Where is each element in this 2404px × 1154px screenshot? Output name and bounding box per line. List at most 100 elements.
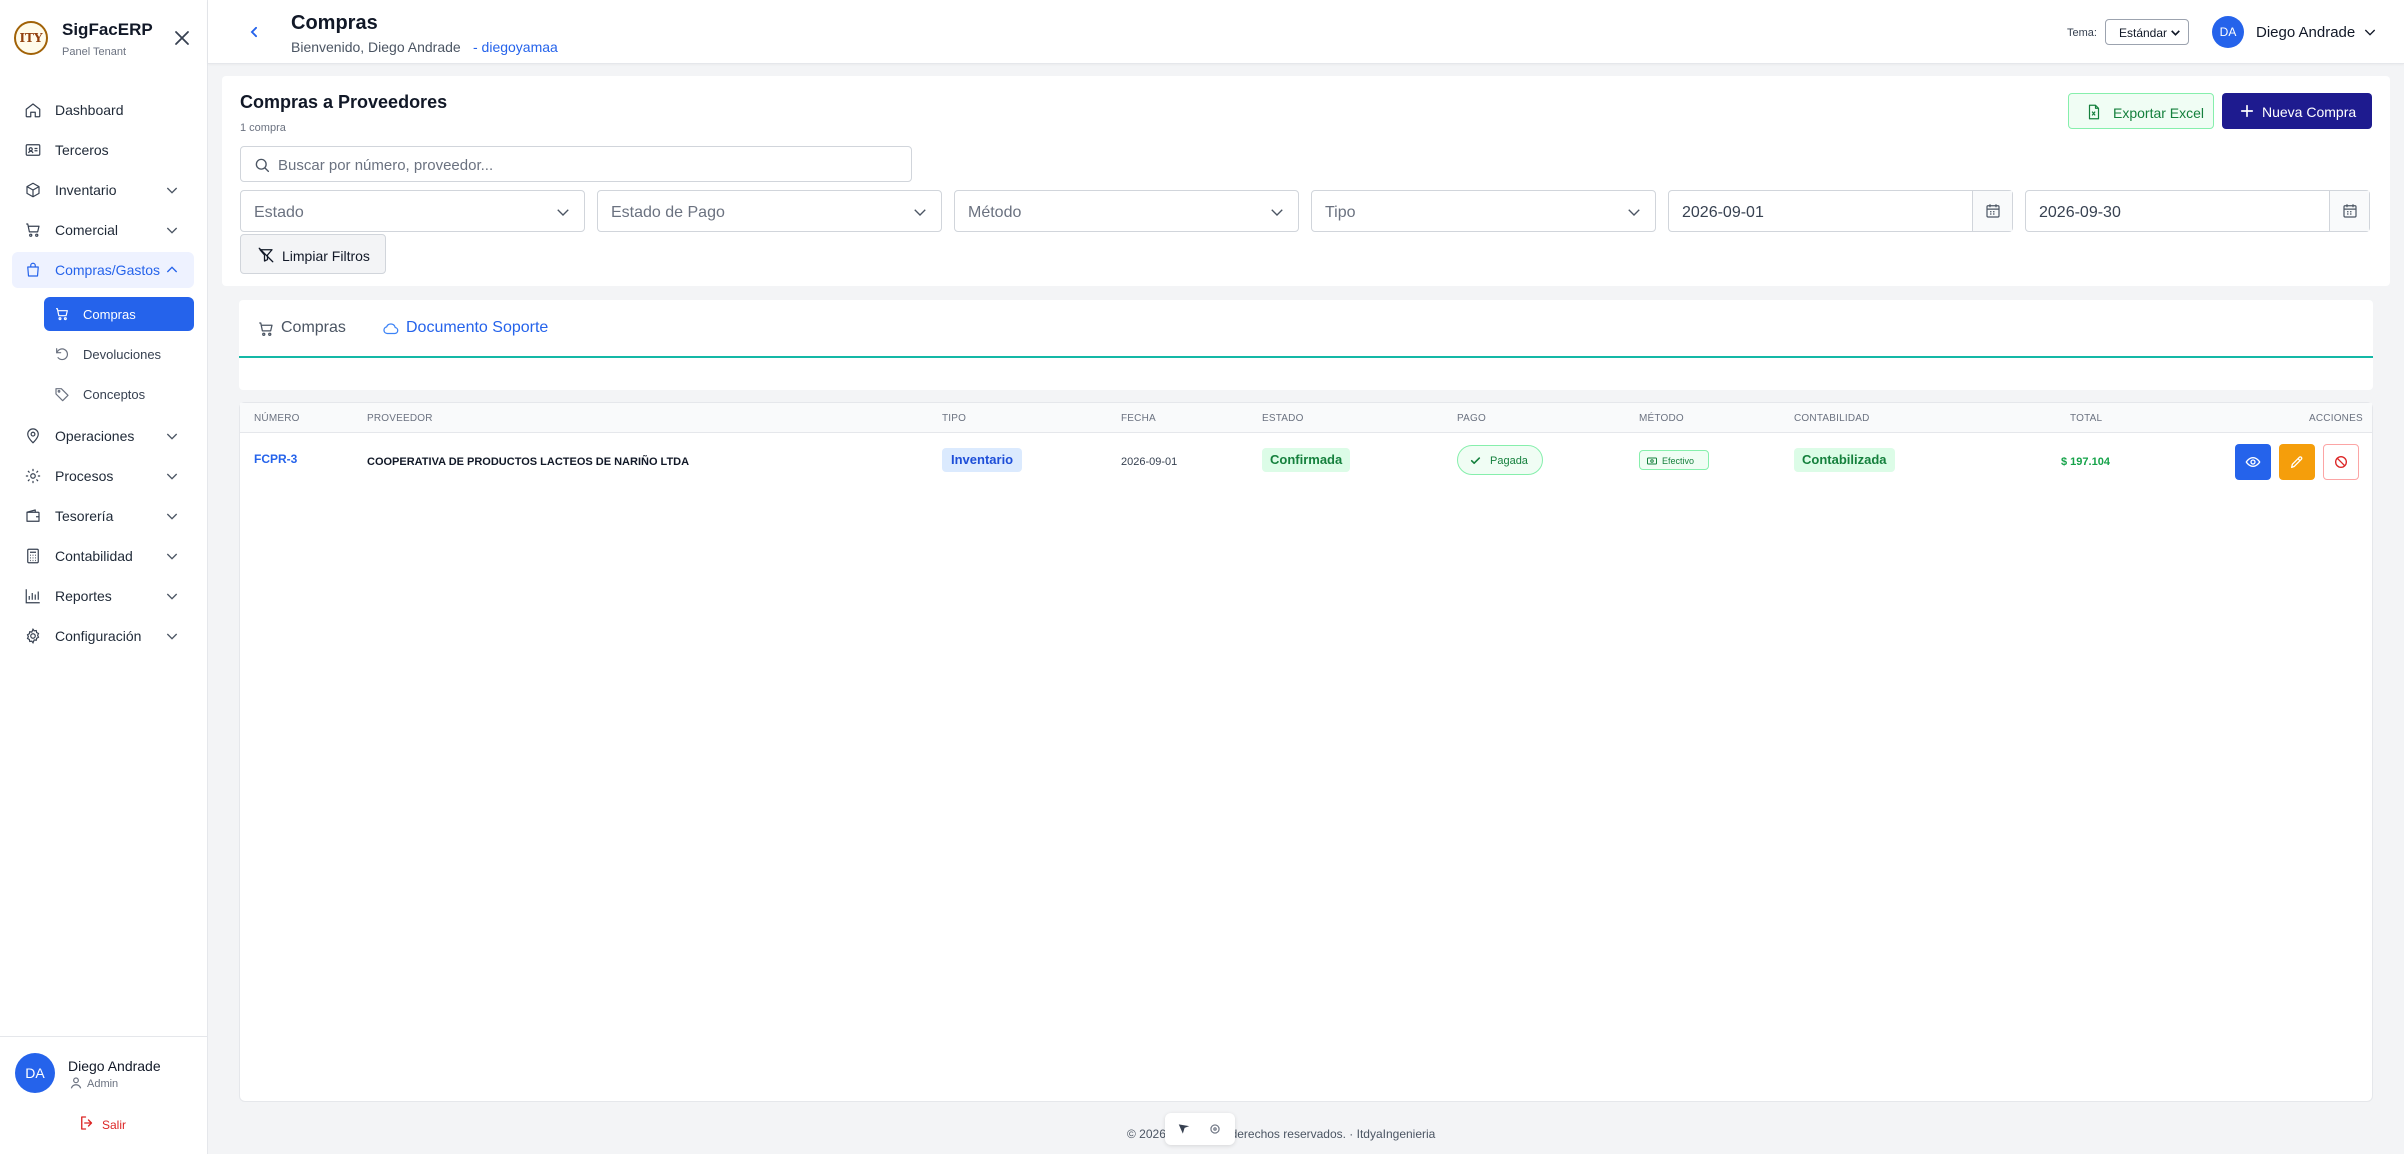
estado-pago-select[interactable]: Estado de Pago	[597, 190, 942, 232]
sidebar-subitem-compras[interactable]: Compras	[44, 297, 194, 331]
date-from-field[interactable]: 2026-09-01	[1668, 190, 2013, 232]
sidebar-item-inventario[interactable]: Inventario	[12, 172, 194, 208]
close-sidebar-button[interactable]	[170, 26, 194, 50]
theme-select[interactable]: Estándar	[2105, 19, 2189, 45]
sidebar: ITY SigFacERP Panel Tenant Dashboard Ter…	[0, 0, 208, 1154]
sidebar-item-dashboard[interactable]: Dashboard	[12, 92, 194, 128]
sidebar-item-comercial[interactable]: Comercial	[12, 212, 194, 248]
sidebar-item-contabilidad[interactable]: Contabilidad	[12, 538, 194, 574]
tab-label: Compras	[281, 319, 346, 336]
logout-label: Salir	[102, 1118, 127, 1132]
sidebar-subitem-conceptos[interactable]: Conceptos	[44, 377, 194, 411]
clear-filters-button[interactable]: Limpiar Filtros	[240, 234, 386, 274]
sidebar-item-configuracion[interactable]: Configuración	[12, 618, 194, 654]
sidebar-item-procesos[interactable]: Procesos	[12, 458, 194, 494]
page-title: Compras	[291, 12, 378, 34]
estado-select-value: Estado	[254, 204, 304, 221]
col-header-acciones: ACCIONES	[2309, 413, 2363, 424]
chevron-down-icon	[2169, 26, 2182, 39]
metodo-select[interactable]: Método	[954, 190, 1299, 232]
chevron-down-icon	[164, 222, 180, 238]
ban-icon	[2335, 456, 2347, 468]
sidebar-item-compras-gastos[interactable]: Compras/Gastos	[12, 252, 194, 288]
tabs-panel: Compras Documento Soporte	[239, 300, 2373, 390]
sidebar-item-label: Configuración	[55, 628, 142, 644]
status-badge: Confirmada	[1262, 448, 1351, 472]
back-button[interactable]	[244, 22, 264, 42]
user-menu[interactable]: DA Diego Andrade	[2212, 16, 2382, 48]
chevron-down-icon	[2362, 24, 2378, 40]
search-placeholder: Buscar por número, proveedor...	[278, 157, 494, 174]
sidebar-item-terceros[interactable]: Terceros	[12, 132, 194, 168]
col-header-contabilidad[interactable]: CONTABILIDAD	[1794, 413, 1870, 424]
col-header-estado[interactable]: ESTADO	[1262, 413, 1304, 424]
result-count: 1 compra	[240, 122, 286, 134]
new-purchase-label: Nueva Compra	[2262, 104, 2357, 120]
edit-button[interactable]	[2279, 444, 2315, 480]
target-icon[interactable]	[1208, 1122, 1222, 1136]
filters-panel: Compras a Proveedores 1 compra Exportar …	[222, 76, 2390, 286]
estado-pago-select-value: Estado de Pago	[611, 204, 725, 221]
cart-icon	[257, 320, 275, 338]
topbar: Compras Bienvenido, Diego Andrade - dieg…	[208, 0, 2404, 64]
sidebar-user-name: Diego Andrade	[68, 1058, 161, 1074]
date-from-picker-button[interactable]	[1972, 191, 2012, 231]
shopping-bag-icon	[24, 261, 42, 279]
section-title: Compras a Proveedores	[240, 92, 448, 112]
col-header-numero[interactable]: NÚMERO	[254, 413, 300, 424]
sidebar-item-label: Reportes	[55, 588, 112, 604]
estado-select[interactable]: Estado	[240, 190, 585, 232]
col-header-proveedor[interactable]: PROVEEDOR	[367, 413, 433, 424]
cursor-tool-icon[interactable]	[1177, 1122, 1191, 1136]
pencil-icon	[2291, 456, 2303, 468]
purchase-date: 2026-09-01	[1121, 456, 1178, 468]
close-icon	[175, 31, 189, 45]
sidebar-subitem-label: Devoluciones	[83, 347, 162, 362]
export-excel-button[interactable]: Exportar Excel	[2068, 93, 2214, 129]
metodo-select-value: Método	[968, 204, 1022, 221]
chevron-down-icon	[1625, 203, 1643, 221]
calendar-icon	[2343, 204, 2357, 218]
new-purchase-button[interactable]: Nueva Compra	[2222, 93, 2372, 129]
search-icon	[253, 156, 271, 174]
col-header-fecha[interactable]: FECHA	[1121, 413, 1156, 424]
search-input[interactable]: Buscar por número, proveedor...	[240, 146, 912, 182]
chevron-down-icon	[554, 203, 572, 221]
tab-documento-soporte[interactable]: Documento Soporte	[382, 316, 572, 342]
payment-method-badge: Efectivo	[1639, 450, 1709, 470]
cart-icon	[54, 306, 70, 322]
brand-subtitle: Panel Tenant	[62, 46, 127, 58]
tab-underline	[239, 356, 2373, 358]
chevron-down-icon	[164, 628, 180, 644]
view-button[interactable]	[2235, 444, 2271, 480]
col-header-total[interactable]: TOTAL	[2070, 413, 2102, 424]
home-icon	[24, 101, 42, 119]
brand: ITY SigFacERP Panel Tenant	[14, 18, 194, 62]
chevron-down-icon	[164, 182, 180, 198]
date-to-picker-button[interactable]	[2329, 191, 2369, 231]
purchase-number-link[interactable]: FCPR-3	[254, 452, 297, 466]
col-header-tipo[interactable]: TIPO	[942, 413, 966, 424]
table-row[interactable]: FCPR-3 COOPERATIVA DE PRODUCTOS LACTEOS …	[240, 433, 2372, 489]
sidebar-item-operaciones[interactable]: Operaciones	[12, 418, 194, 454]
col-header-pago[interactable]: PAGO	[1457, 413, 1486, 424]
sidebar-item-reportes[interactable]: Reportes	[12, 578, 194, 614]
username-link[interactable]: - diegoyamaa	[473, 39, 558, 55]
calculator-icon	[24, 547, 42, 565]
sidebar-item-label: Comercial	[55, 222, 119, 238]
tab-compras[interactable]: Compras	[257, 316, 357, 342]
check-icon	[1469, 454, 1482, 467]
sidebar-item-label: Operaciones	[55, 428, 135, 444]
clear-filters-label: Limpiar Filtros	[282, 248, 370, 264]
sidebar-subitem-devoluciones[interactable]: Devoluciones	[44, 337, 194, 371]
accounting-badge: Contabilizada	[1794, 448, 1895, 472]
tipo-select[interactable]: Tipo	[1311, 190, 1656, 232]
brand-title: SigFacERP	[62, 20, 153, 39]
date-to-field[interactable]: 2026-09-30	[2025, 190, 2370, 232]
purchase-total: $ 197.104	[2061, 456, 2110, 468]
avatar: DA	[15, 1053, 55, 1093]
col-header-metodo[interactable]: MÉTODO	[1639, 413, 1684, 424]
sidebar-item-label: Inventario	[55, 182, 117, 198]
cancel-purchase-button[interactable]	[2323, 444, 2359, 480]
sidebar-item-tesoreria[interactable]: Tesorería	[12, 498, 194, 534]
